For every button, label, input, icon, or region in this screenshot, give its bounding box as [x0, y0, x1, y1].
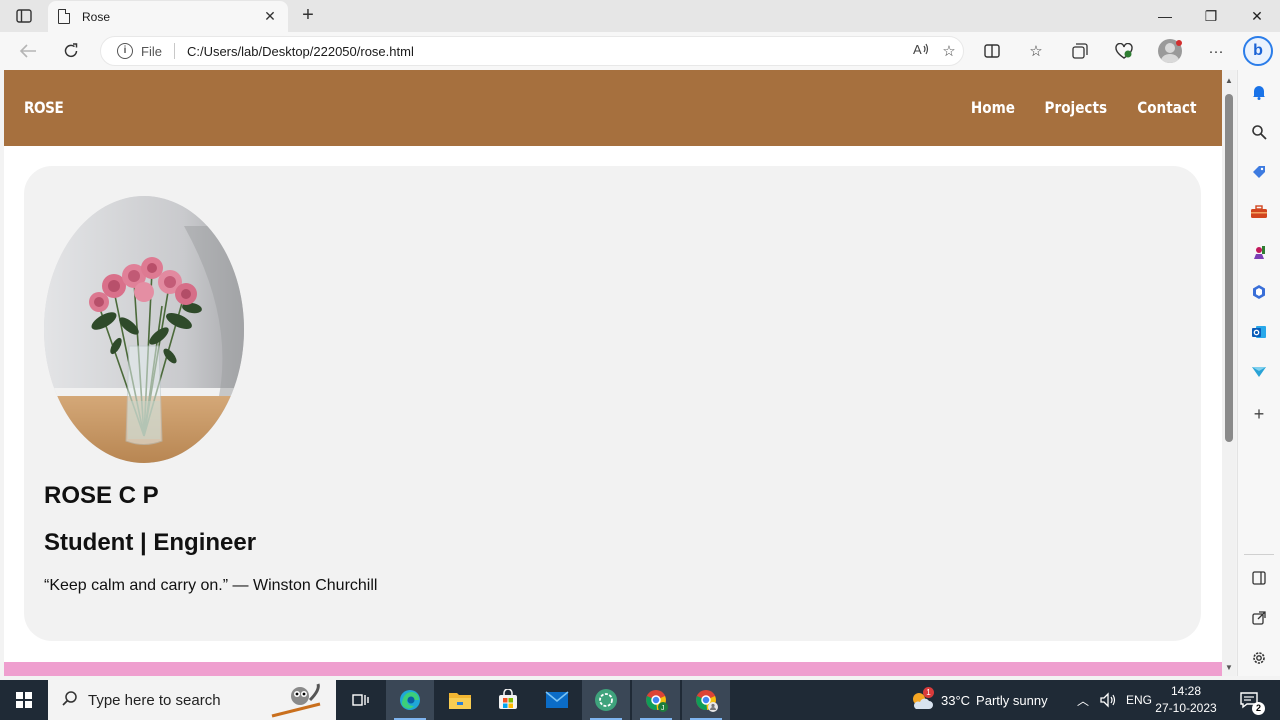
notifications-icon[interactable]: [1249, 82, 1269, 102]
refresh-icon[interactable]: [58, 39, 84, 63]
games-icon[interactable]: [1249, 242, 1269, 262]
back-icon[interactable]: [15, 39, 41, 63]
mail-app-icon[interactable]: [533, 680, 581, 720]
url-text[interactable]: C:/Users/lab/Desktop/222050/rose.html: [187, 44, 907, 59]
notification-count-badge: 2: [1252, 702, 1265, 715]
windows-taskbar: Type here to search J 1 33°C Partly sunn…: [0, 680, 1280, 720]
search-icon: [62, 690, 78, 711]
profile-notification-dot: [1176, 40, 1182, 46]
profile-name: ROSE C P: [44, 482, 159, 509]
bing-copilot-icon[interactable]: b: [1243, 36, 1273, 66]
address-bar[interactable]: i File C:/Users/lab/Desktop/222050/rose.…: [100, 36, 964, 66]
weather-widget[interactable]: 1 33°C Partly sunny: [910, 680, 1048, 720]
browser-essentials-icon[interactable]: [1112, 40, 1136, 62]
search-placeholder: Type here to search: [88, 691, 221, 709]
scroll-up-icon[interactable]: ▲: [1225, 76, 1233, 85]
sidebar-divider: [1244, 554, 1274, 555]
tab-close-button[interactable]: ✕: [262, 8, 278, 25]
profile-quote: “Keep calm and carry on.” — Winston Chur…: [44, 577, 378, 594]
drop-icon[interactable]: [1249, 362, 1269, 382]
site-nav: Home Projects Contact: [967, 98, 1202, 117]
profile-card: ROSE C P Student | Engineer “Keep calm a…: [24, 166, 1201, 641]
new-tab-button[interactable]: +: [296, 4, 320, 28]
external-open-icon[interactable]: [1249, 608, 1269, 628]
svg-text:J: J: [661, 705, 665, 712]
edge-sidebar: +: [1237, 70, 1280, 676]
tab-title: Rose: [82, 9, 111, 24]
read-aloud-icon[interactable]: A: [907, 42, 935, 60]
search-icon[interactable]: [1249, 122, 1269, 142]
start-button[interactable]: [0, 680, 48, 720]
browser-toolbar: i File C:/Users/lab/Desktop/222050/rose.…: [0, 32, 1280, 70]
page-viewport: ROSE Home Projects Contact ROSE C P Stud…: [4, 70, 1222, 676]
tools-icon[interactable]: [1249, 202, 1269, 222]
taskbar-clock[interactable]: 14:28 27-10-2023: [1152, 683, 1220, 717]
outlook-icon[interactable]: [1249, 322, 1269, 342]
weather-badge: 1: [923, 687, 934, 698]
weather-condition: Partly sunny: [976, 692, 1048, 708]
minimize-button[interactable]: —: [1142, 0, 1188, 32]
close-window-button[interactable]: ✕: [1234, 0, 1280, 32]
split-screen-icon[interactable]: [980, 40, 1004, 62]
nav-link-contact[interactable]: Contact: [1138, 98, 1197, 117]
nav-link-home[interactable]: Home: [971, 98, 1015, 117]
collections-icon[interactable]: [1068, 40, 1092, 62]
address-separator: [173, 43, 175, 59]
profile-role: Student | Engineer: [44, 529, 257, 556]
clock-time: 14:28: [1170, 684, 1202, 698]
language-indicator[interactable]: ENG: [1126, 680, 1152, 720]
document-icon: [58, 9, 70, 24]
favorite-star-icon[interactable]: ☆: [935, 42, 963, 60]
favorites-icon[interactable]: ☆: [1024, 40, 1048, 62]
search-highlight-icon: [271, 683, 321, 718]
store-app-icon[interactable]: [484, 680, 532, 720]
nav-link-projects[interactable]: Projects: [1044, 98, 1107, 117]
tab-strip: Rose ✕ + — ❐ ✕: [0, 0, 1280, 32]
tab-actions-icon[interactable]: [10, 6, 38, 26]
microsoft-365-icon[interactable]: [1249, 282, 1269, 302]
page-scrollbar[interactable]: ▲ ▼: [1222, 70, 1236, 676]
more-menu-icon[interactable]: ···: [1204, 40, 1228, 62]
site-brand[interactable]: ROSE: [24, 98, 64, 117]
chrome-profile-j-icon[interactable]: J: [632, 680, 680, 720]
settings-icon[interactable]: [1249, 648, 1269, 668]
footer-strip: [4, 662, 1222, 676]
file-explorer-icon[interactable]: [436, 680, 484, 720]
show-hidden-icons-icon[interactable]: ︿: [1077, 680, 1089, 720]
sidebar-toggle-icon[interactable]: [1249, 568, 1269, 588]
weather-temp: 33°C: [941, 692, 971, 708]
clock-date: 27-10-2023: [1155, 701, 1217, 715]
profile-photo: [44, 196, 244, 463]
taskbar-search[interactable]: Type here to search: [48, 680, 336, 720]
info-icon[interactable]: i: [117, 43, 133, 59]
chrome-profile-icon[interactable]: [682, 680, 730, 720]
restore-button[interactable]: ❐: [1188, 0, 1234, 32]
scrollbar-thumb[interactable]: [1225, 94, 1233, 442]
browser-tab[interactable]: Rose ✕: [48, 1, 288, 32]
windows-logo-icon: [16, 692, 32, 708]
add-icon[interactable]: +: [1249, 404, 1269, 424]
site-header: ROSE Home Projects Contact: [4, 70, 1222, 146]
scroll-down-icon[interactable]: ▼: [1225, 663, 1233, 672]
volume-icon[interactable]: [1099, 680, 1117, 720]
task-view-icon[interactable]: [336, 680, 384, 720]
svg-text:A: A: [913, 42, 922, 56]
chatgpt-app-icon[interactable]: [582, 680, 630, 720]
protocol-label: File: [141, 43, 162, 59]
edge-app-icon[interactable]: [386, 680, 434, 720]
shopping-icon[interactable]: [1249, 162, 1269, 182]
